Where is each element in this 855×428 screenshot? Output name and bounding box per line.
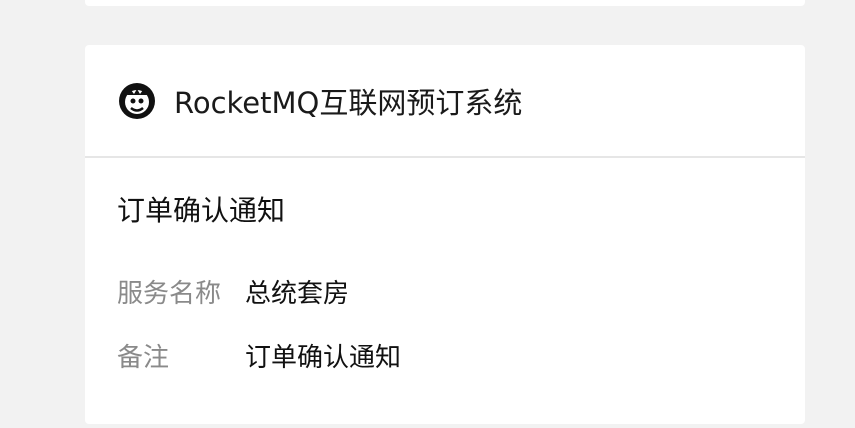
card-body: 订单确认通知 服务名称 总统套房 备注 订单确认通知 <box>85 193 805 373</box>
detail-row-service-name: 服务名称 总统套房 <box>117 273 773 309</box>
previous-card-edge <box>85 0 805 6</box>
card-header: RocketMQ互联网预订系统 <box>85 45 805 158</box>
detail-list: 服务名称 总统套房 备注 订单确认通知 <box>117 273 773 373</box>
remark-value: 订单确认通知 <box>245 342 402 373</box>
detail-row-remark: 备注 订单确认通知 <box>117 337 773 373</box>
app-title: RocketMQ互联网预订系统 <box>174 85 523 120</box>
service-name-value: 总统套房 <box>245 278 350 309</box>
notice-title: 订单确认通知 <box>117 194 286 227</box>
rocketmq-logo-icon <box>118 82 156 120</box>
service-name-label: 服务名称 <box>117 278 222 309</box>
notification-card: RocketMQ互联网预订系统 订单确认通知 服务名称 总统套房 备注 订单确认… <box>85 45 805 424</box>
remark-label: 备注 <box>117 342 170 373</box>
